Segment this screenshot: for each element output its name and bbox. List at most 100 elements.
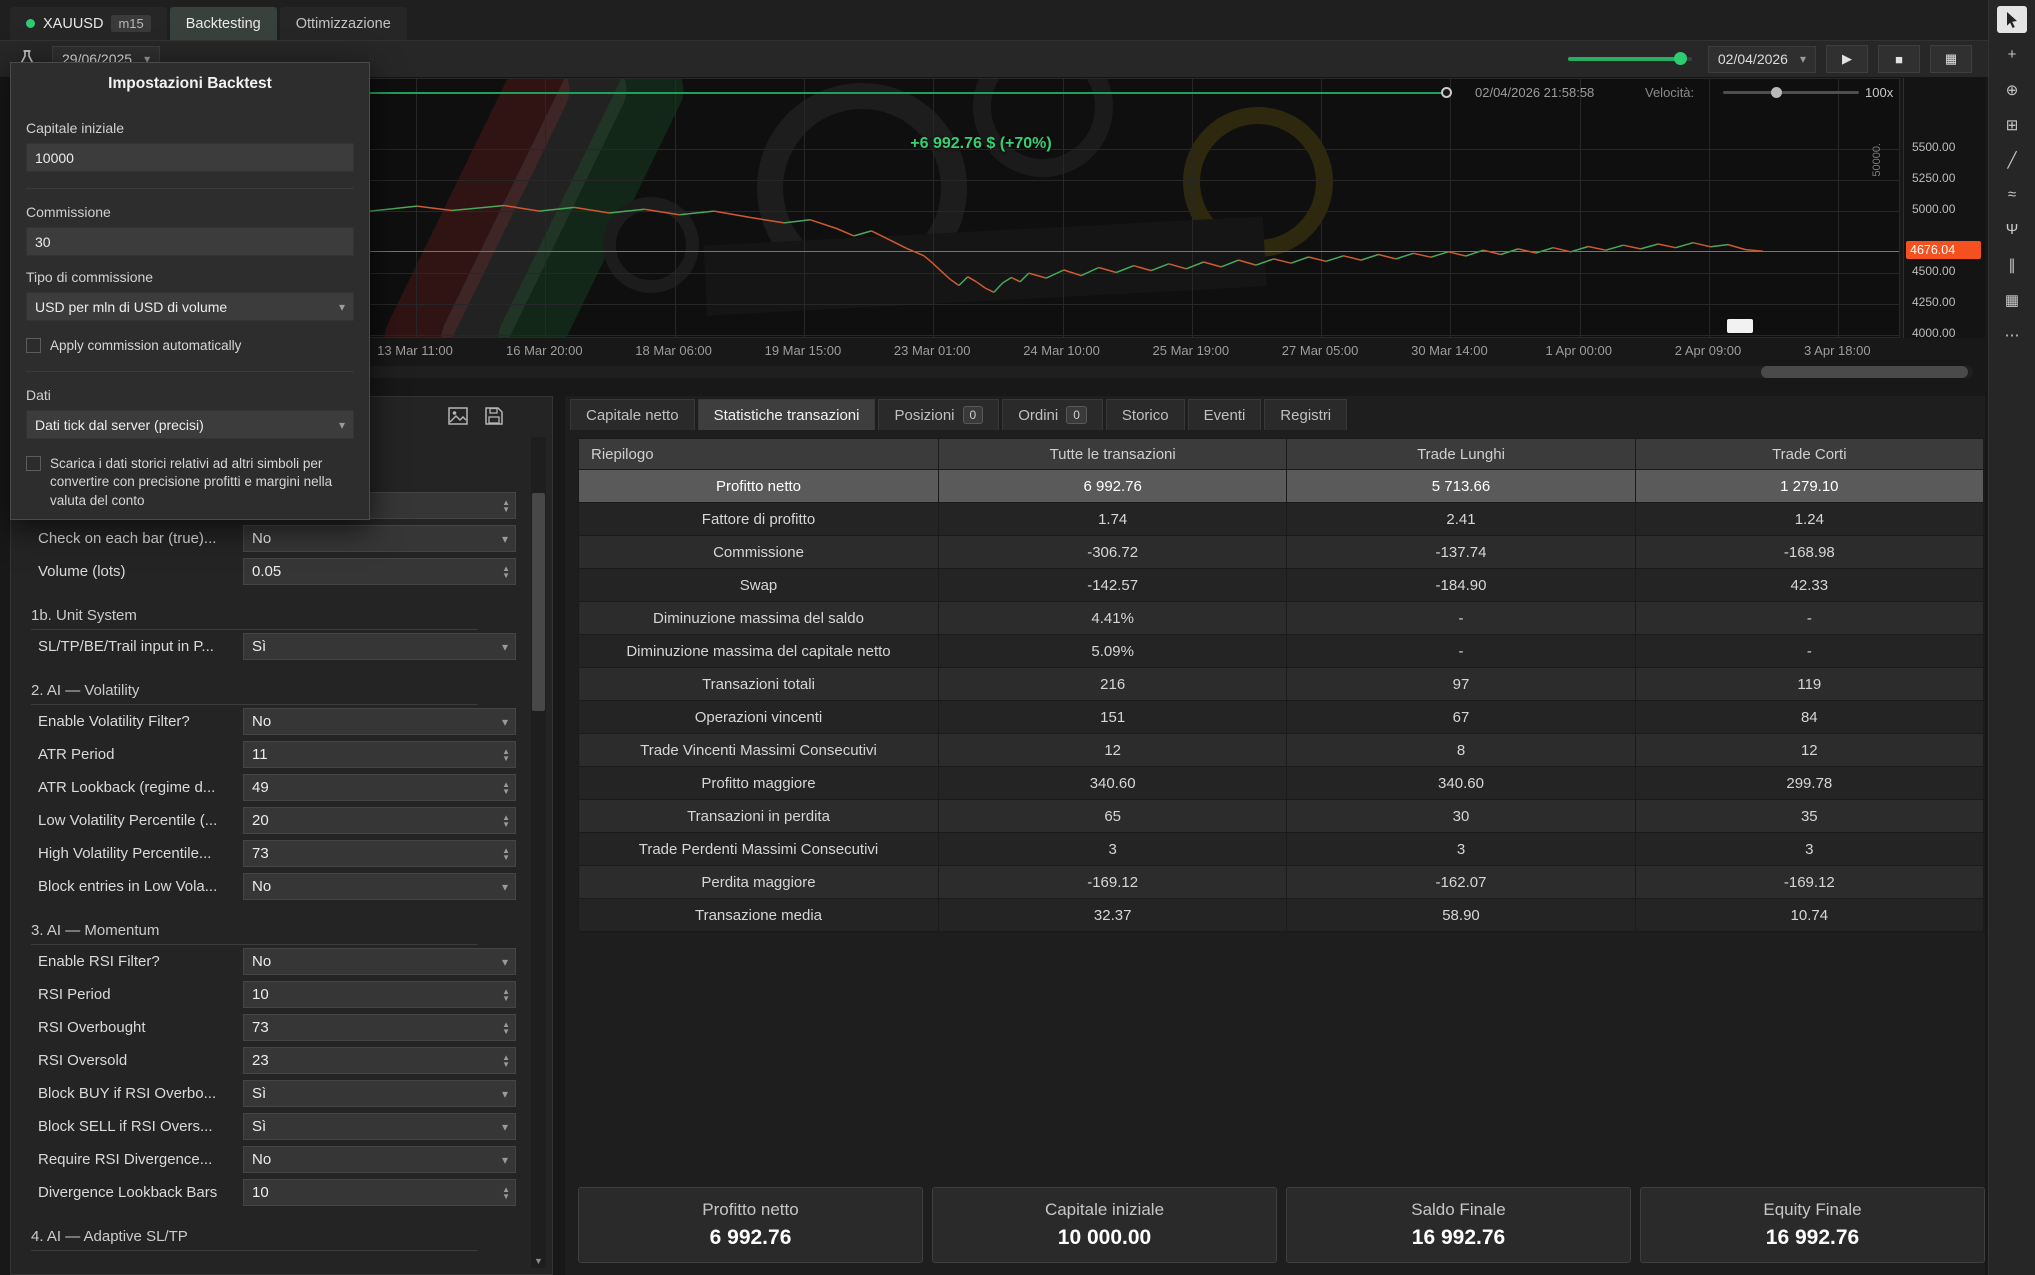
param-section-label: 2. AI — Volatility xyxy=(31,682,139,699)
parallel-channel-icon[interactable]: ∥ xyxy=(1997,251,2027,278)
stats-row[interactable]: Perdita maggiore-169.12-162.07-169.12 xyxy=(579,866,1984,899)
stepper-down-icon[interactable]: ▼ xyxy=(502,788,510,795)
hscrollbar-thumb[interactable] xyxy=(1761,366,1968,378)
stats-value-cell: -142.57 xyxy=(939,569,1287,601)
range-slider-handle[interactable] xyxy=(1674,52,1687,65)
commission-type-select[interactable]: USD per mln di USD di volume ▾ xyxy=(26,292,354,321)
target-icon[interactable]: ⊕ xyxy=(1997,76,2027,103)
param-stepper[interactable]: 73▲▼ xyxy=(243,840,516,867)
stepper-down-icon[interactable]: ▼ xyxy=(502,821,510,828)
stop-button[interactable]: ■ xyxy=(1878,45,1920,73)
current-price-tag: 4676.04 xyxy=(1906,241,1981,259)
stepper-down-icon[interactable]: ▼ xyxy=(502,854,510,861)
param-select[interactable]: Sì▾ xyxy=(243,633,516,660)
stats-header-cell: Tutte le transazioni xyxy=(939,439,1287,469)
param-value: 10 xyxy=(252,986,269,1003)
symbol-tab[interactable]: XAUUSD m15 xyxy=(10,7,167,40)
download-history-row[interactable]: Scarica i dati storici relativi ad altri… xyxy=(26,455,354,510)
results-tab[interactable]: Statistiche transazioni xyxy=(698,399,876,430)
stats-row[interactable]: Diminuzione massima del capitale netto5.… xyxy=(579,635,1984,668)
param-stepper[interactable]: 0.05▲▼ xyxy=(243,558,516,585)
stats-value-cell: 35 xyxy=(1636,800,1984,832)
more-tools-icon[interactable]: ⋯ xyxy=(1997,321,2027,348)
stepper-down-icon[interactable]: ▼ xyxy=(502,1193,510,1200)
stepper-down-icon[interactable]: ▼ xyxy=(502,572,510,579)
time-tick-label: 19 Mar 15:00 xyxy=(765,343,842,358)
commission-input[interactable]: 30 xyxy=(26,227,354,256)
param-stepper[interactable]: 10▲▼ xyxy=(243,981,516,1008)
apply-commission-row[interactable]: Apply commission automatically xyxy=(26,337,354,355)
param-row: Block entries in Low Vola...No▾ xyxy=(11,870,516,903)
param-section-header: 4. AI — Adaptive SL/TP xyxy=(31,1209,478,1251)
param-select[interactable]: No▾ xyxy=(243,708,516,735)
stepper-down-icon[interactable]: ▼ xyxy=(502,506,510,513)
results-tab[interactable]: Storico xyxy=(1106,399,1185,430)
stats-row[interactable]: Commissione-306.72-137.74-168.98 xyxy=(579,536,1984,569)
param-stepper[interactable]: 10▲▼ xyxy=(243,1179,516,1206)
param-select[interactable]: No▾ xyxy=(243,873,516,900)
cursor-icon[interactable] xyxy=(1997,6,2027,33)
results-tab[interactable]: Registri xyxy=(1264,399,1347,430)
checkbox-icon[interactable] xyxy=(26,456,41,471)
param-stepper[interactable]: 11▲▼ xyxy=(243,741,516,768)
stats-value-cell: - xyxy=(1287,635,1635,667)
replay-progress-handle[interactable] xyxy=(1441,87,1452,98)
crosshair-icon[interactable]: + xyxy=(1997,41,2027,68)
scroll-down-icon[interactable]: ▼ xyxy=(531,1256,546,1266)
stepper-arrows-icon: ▲▼ xyxy=(502,847,510,861)
play-button[interactable]: ▶ xyxy=(1826,45,1868,73)
stats-row[interactable]: Fattore di profitto1.742.411.24 xyxy=(579,503,1984,536)
stats-row[interactable]: Operazioni vincenti1516784 xyxy=(579,701,1984,734)
snapshot-button[interactable] xyxy=(446,405,470,427)
params-scrollbar[interactable]: ▼ xyxy=(531,437,546,1268)
speed-slider-handle[interactable] xyxy=(1771,87,1782,98)
speed-slider[interactable] xyxy=(1723,91,1859,94)
results-tab[interactable]: Eventi xyxy=(1188,399,1262,430)
param-row: Enable Volatility Filter?No▾ xyxy=(11,705,516,738)
stats-row[interactable]: Swap-142.57-184.9042.33 xyxy=(579,569,1984,602)
params-scrollbar-thumb[interactable] xyxy=(532,493,545,711)
stats-row[interactable]: Trade Perdenti Massimi Consecutivi333 xyxy=(579,833,1984,866)
trendline-icon[interactable]: ╱ xyxy=(1997,146,2027,173)
stats-row[interactable]: Profitto netto6 992.765 713.661 279.10 xyxy=(579,470,1984,503)
param-stepper[interactable]: 23▲▼ xyxy=(243,1047,516,1074)
stats-row[interactable]: Profitto maggiore340.60340.60299.78 xyxy=(579,767,1984,800)
stepper-down-icon[interactable]: ▼ xyxy=(502,995,510,1002)
results-tab[interactable]: Posizioni0 xyxy=(878,399,999,430)
param-select[interactable]: No▾ xyxy=(243,948,516,975)
pattern-grid-icon[interactable]: ▦ xyxy=(1997,286,2027,313)
stats-row[interactable]: Transazioni in perdita653035 xyxy=(579,800,1984,833)
stats-row[interactable]: Diminuzione massima del saldo4.41%-- xyxy=(579,602,1984,635)
commission-value: 30 xyxy=(35,234,51,250)
data-source-select[interactable]: Dati tick dal server (precisi) ▾ xyxy=(26,410,354,439)
param-select[interactable]: Sì▾ xyxy=(243,1113,516,1140)
param-stepper[interactable]: 49▲▼ xyxy=(243,774,516,801)
end-date-select[interactable]: 02/04/2026 ▾ xyxy=(1708,46,1816,73)
stepper-down-icon[interactable]: ▼ xyxy=(502,1028,510,1035)
results-tab[interactable]: Ordini0 xyxy=(1002,399,1103,430)
stats-row[interactable]: Trade Vincenti Massimi Consecutivi12812 xyxy=(579,734,1984,767)
volume-axis-label: 50000. xyxy=(1871,143,1883,177)
param-stepper[interactable]: 20▲▼ xyxy=(243,807,516,834)
param-select[interactable]: No▾ xyxy=(243,1146,516,1173)
grid-box-icon[interactable]: ⊞ xyxy=(1997,111,2027,138)
tab-backtesting[interactable]: Backtesting xyxy=(170,7,277,40)
param-select[interactable]: Sì▾ xyxy=(243,1080,516,1107)
param-stepper[interactable]: 73▲▼ xyxy=(243,1014,516,1041)
stats-row[interactable]: Transazione media32.3758.9010.74 xyxy=(579,899,1984,932)
results-tabs: Capitale nettoStatistiche transazioniPos… xyxy=(565,396,1985,430)
param-select[interactable]: No▾ xyxy=(243,525,516,552)
stepper-down-icon[interactable]: ▼ xyxy=(502,1061,510,1068)
save-params-button[interactable] xyxy=(482,405,506,427)
checkbox-icon[interactable] xyxy=(26,338,41,353)
report-button[interactable]: ▦ xyxy=(1930,45,1972,73)
results-tab[interactable]: Capitale netto xyxy=(570,399,695,430)
speed-label: Velocità: xyxy=(1645,85,1694,100)
wave-icon[interactable]: ≈ xyxy=(1997,181,2027,208)
pitchfork-icon[interactable]: Ψ xyxy=(1997,216,2027,243)
stats-row[interactable]: Transazioni totali21697119 xyxy=(579,668,1984,701)
tab-ottimizzazione[interactable]: Ottimizzazione xyxy=(280,7,407,40)
capital-input[interactable]: 10000 xyxy=(26,143,354,172)
stepper-down-icon[interactable]: ▼ xyxy=(502,755,510,762)
date-range-slider[interactable] xyxy=(1568,57,1692,61)
